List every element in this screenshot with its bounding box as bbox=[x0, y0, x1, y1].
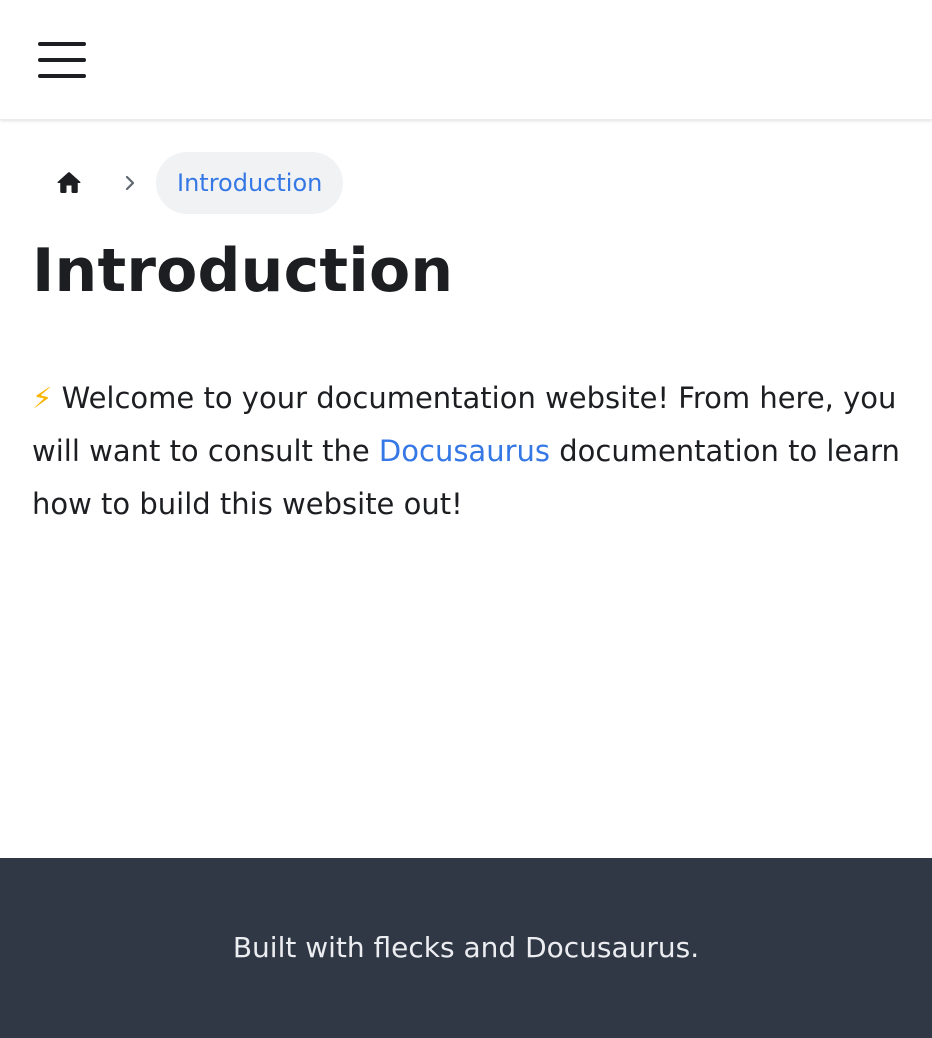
menu-bar bbox=[38, 58, 86, 62]
menu-bar bbox=[38, 74, 86, 78]
navbar bbox=[0, 0, 932, 120]
home-icon bbox=[57, 172, 81, 193]
page-title: Introduction bbox=[32, 236, 454, 306]
footer: Built with flecks and Docusaurus. bbox=[0, 858, 932, 1038]
hamburger-menu-icon[interactable] bbox=[34, 36, 90, 84]
lightning-icon: ⚡ bbox=[32, 381, 53, 415]
footer-copyright: Built with flecks and Docusaurus. bbox=[232, 931, 700, 964]
breadcrumb-home-link[interactable] bbox=[34, 152, 104, 214]
breadcrumb-current[interactable]: Introduction bbox=[156, 152, 344, 214]
menu-bar bbox=[38, 42, 86, 46]
breadcrumb: Introduction bbox=[34, 152, 344, 214]
docusaurus-link[interactable]: Docusaurus bbox=[379, 434, 550, 468]
chevron-right-icon bbox=[104, 152, 156, 214]
intro-paragraph: ⚡ Welcome to your documentation website!… bbox=[32, 372, 902, 531]
